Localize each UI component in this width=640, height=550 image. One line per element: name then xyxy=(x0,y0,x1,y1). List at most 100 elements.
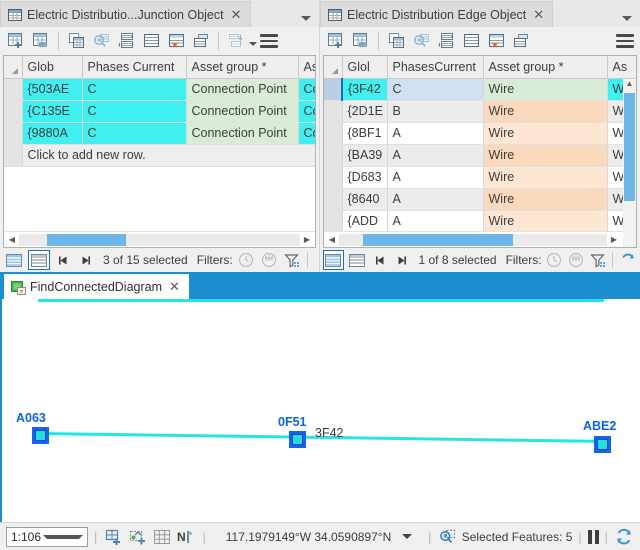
vscroll-track[interactable] xyxy=(623,91,636,247)
cell-asset-group[interactable]: Connection Point xyxy=(186,122,298,144)
chevron-down-icon[interactable] xyxy=(622,16,632,21)
toolbar-overflow-icon[interactable] xyxy=(249,42,257,46)
row-selector[interactable] xyxy=(324,166,342,188)
row-selector[interactable] xyxy=(4,100,22,122)
table-row[interactable]: {D683 A Wire Wi xyxy=(324,166,636,188)
delete-row-icon[interactable] xyxy=(29,29,53,53)
clear-selection-icon[interactable] xyxy=(484,29,508,53)
new-row-icon[interactable] xyxy=(4,29,28,53)
header-select-all[interactable] xyxy=(324,56,342,78)
table-menu-icon[interactable] xyxy=(614,30,636,52)
table-row[interactable]: {8640 A Wire Wi xyxy=(324,188,636,210)
cell-phases-current[interactable]: C xyxy=(387,78,483,100)
table-row[interactable]: {2D1E B Wire Wi xyxy=(324,100,636,122)
table-view-icon[interactable] xyxy=(3,250,25,270)
list-view-icon[interactable] xyxy=(347,250,368,270)
delete-selection-icon[interactable] xyxy=(189,29,213,53)
diagram-node-0f51[interactable] xyxy=(289,431,306,448)
refresh-icon[interactable] xyxy=(614,526,634,548)
table-row[interactable]: {8BF1 A Wire Wi xyxy=(324,122,636,144)
select-all-icon[interactable] xyxy=(139,29,163,53)
cell-phases-current[interactable]: B xyxy=(387,100,483,122)
junction-hscrollbar[interactable]: ◀ ▶ xyxy=(4,231,315,247)
vscroll-thumb[interactable] xyxy=(624,93,635,201)
cell-asset-type[interactable]: Con xyxy=(298,100,315,122)
cell-global-id[interactable]: {9880A xyxy=(22,122,82,144)
close-icon[interactable]: ✕ xyxy=(167,280,182,293)
cell-global-id[interactable]: {C135E xyxy=(22,100,82,122)
scroll-right-icon[interactable]: ▶ xyxy=(300,235,314,244)
chevron-down-icon[interactable] xyxy=(301,16,311,21)
tab-find-connected-diagram[interactable]: FindConnectedDiagram ✕ xyxy=(4,274,189,299)
cell-asset-group[interactable]: Wire xyxy=(483,166,607,188)
scroll-up-icon[interactable]: ▲ xyxy=(623,79,636,91)
grid-icon[interactable] xyxy=(152,526,172,548)
scale-input[interactable]: 1:106 xyxy=(6,527,88,547)
cell-global-id[interactable]: {3F42 xyxy=(342,78,387,100)
cell-asset-group[interactable]: Wire xyxy=(483,144,607,166)
filter-icon[interactable] xyxy=(282,250,302,270)
time-filter-icon[interactable] xyxy=(259,250,279,270)
cell-phases-current[interactable]: A xyxy=(387,144,483,166)
switch-selection-icon[interactable] xyxy=(434,29,458,53)
row-selector[interactable] xyxy=(324,188,342,210)
header-select-all[interactable] xyxy=(4,56,22,78)
zoom-to-selection-icon[interactable] xyxy=(89,29,113,53)
new-row-icon[interactable] xyxy=(324,29,348,53)
cell-phases-current[interactable]: A xyxy=(387,122,483,144)
pause-icon[interactable] xyxy=(588,530,599,544)
table-row[interactable]: {9880A C Connection Point Con xyxy=(4,122,315,144)
cell-asset-group[interactable]: Connection Point xyxy=(186,78,298,100)
header-global-id[interactable]: Glol xyxy=(342,56,387,78)
last-record-button[interactable] xyxy=(76,250,96,270)
diagram-node-abe2[interactable] xyxy=(594,436,611,453)
cell-global-id[interactable]: {BA39 xyxy=(342,144,387,166)
cell-asset-group[interactable]: Connection Point xyxy=(186,100,298,122)
cell-phases-current[interactable]: A xyxy=(387,188,483,210)
switch-selection-icon[interactable] xyxy=(114,29,138,53)
cell-asset-type[interactable]: Con xyxy=(298,78,315,100)
time-filter-icon[interactable] xyxy=(566,250,585,270)
header-asset-type[interactable]: As xyxy=(607,56,636,78)
cell-phases-current[interactable]: C xyxy=(82,122,186,144)
row-selector[interactable] xyxy=(324,210,342,231)
hscroll-track[interactable] xyxy=(19,234,300,246)
north-arrow-icon[interactable]: N xyxy=(176,526,196,548)
list-view-icon[interactable] xyxy=(28,250,50,270)
cell-phases-current[interactable]: A xyxy=(387,210,483,231)
row-selector[interactable] xyxy=(324,78,342,100)
cell-asset-group[interactable]: Wire xyxy=(483,100,607,122)
diagram-canvas[interactable]: A063 0F51 3F42 ABE2 xyxy=(0,299,640,522)
zoom-to-selection-icon[interactable] xyxy=(409,29,433,53)
first-record-button[interactable] xyxy=(371,250,390,270)
cell-asset-group[interactable]: Wire xyxy=(483,188,607,210)
row-selector[interactable] xyxy=(4,122,22,144)
row-selector[interactable] xyxy=(324,144,342,166)
select-features-icon[interactable] xyxy=(128,526,148,548)
add-new-row-label[interactable]: Click to add new row. xyxy=(22,144,315,166)
header-asset-group[interactable]: Asset group * xyxy=(186,56,298,78)
row-selector[interactable] xyxy=(324,100,342,122)
hscroll-track[interactable] xyxy=(339,234,607,246)
table-view-icon[interactable] xyxy=(323,250,344,270)
filter-icon[interactable] xyxy=(588,250,607,270)
header-asset-type[interactable]: Ass xyxy=(298,56,315,78)
clear-selection-icon[interactable] xyxy=(164,29,188,53)
cell-phases-current[interactable]: C xyxy=(82,78,186,100)
header-global-id[interactable]: Glob xyxy=(22,56,82,78)
refresh-icon[interactable] xyxy=(618,250,637,270)
scroll-left-icon[interactable]: ◀ xyxy=(325,235,339,244)
selection-zoom-icon[interactable] xyxy=(437,526,457,548)
cell-global-id[interactable]: {503AE xyxy=(22,78,82,100)
edge-vscrollbar[interactable]: ▲ xyxy=(623,79,636,247)
hscroll-thumb[interactable] xyxy=(47,234,126,246)
cell-asset-group[interactable]: Wire xyxy=(483,210,607,231)
cell-global-id[interactable]: {8BF1 xyxy=(342,122,387,144)
delete-selection-icon[interactable] xyxy=(509,29,533,53)
table-row[interactable]: {C135E C Connection Point Con xyxy=(4,100,315,122)
header-phases-current[interactable]: PhasesCurrent xyxy=(387,56,483,78)
scroll-left-icon[interactable]: ◀ xyxy=(5,235,19,244)
delete-row-icon[interactable] xyxy=(349,29,373,53)
chevron-down-icon[interactable] xyxy=(402,534,412,539)
copy-icon[interactable] xyxy=(384,29,408,53)
